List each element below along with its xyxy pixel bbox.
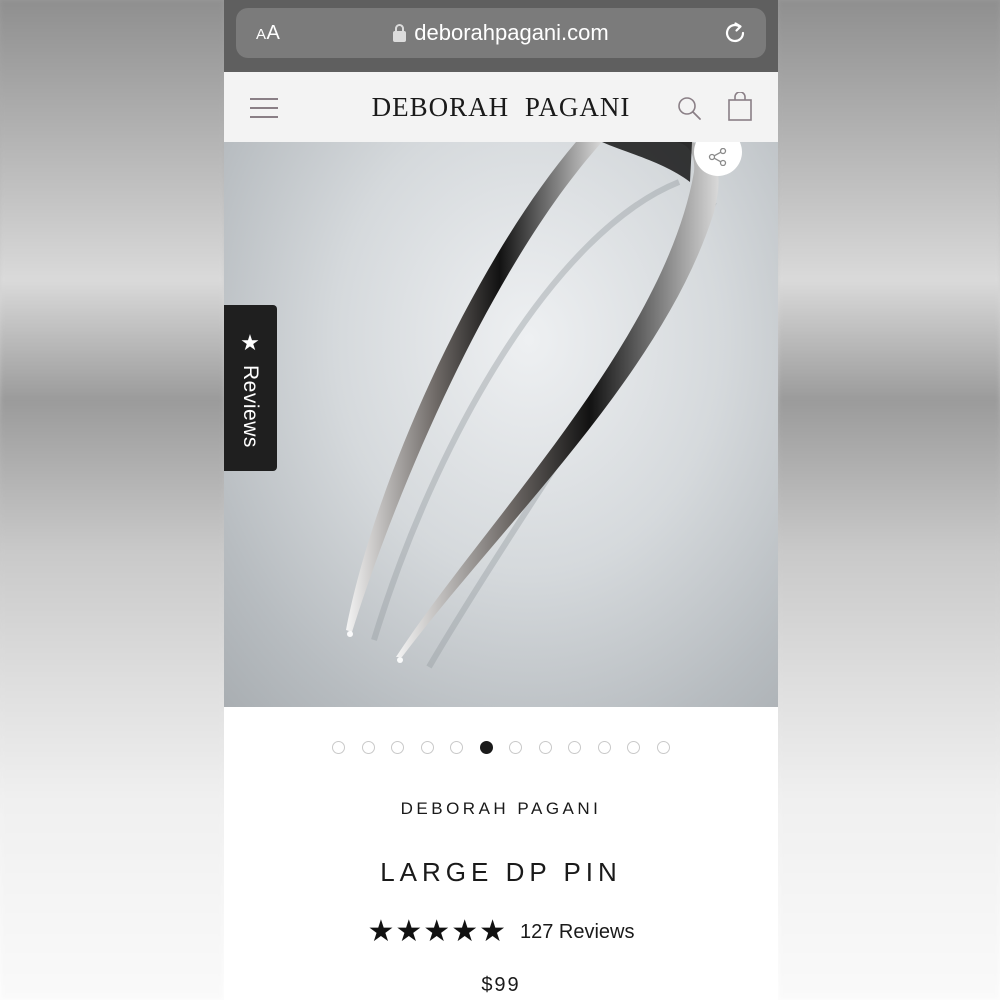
carousel-dot[interactable] <box>568 741 582 754</box>
reviews-tab-label: Reviews <box>239 365 262 448</box>
product-image[interactable] <box>224 142 778 707</box>
hair-pin-photo <box>346 142 719 669</box>
product-brand[interactable]: DEBORAH PAGANI <box>224 799 778 819</box>
carousel-dot[interactable] <box>332 741 346 754</box>
carousel-dot[interactable] <box>361 741 375 754</box>
rating-row[interactable]: ★ ★ ★ ★ ★ 127 Reviews <box>224 917 778 947</box>
star-icon: ★ <box>451 914 479 949</box>
browser-chrome: AA deborahpagani.com <box>224 0 778 72</box>
search-icon[interactable] <box>676 95 702 121</box>
bag-icon[interactable] <box>727 92 753 122</box>
phone-screen: AA deborahpagani.com DEBORAH PAGANI ★ Re… <box>224 0 778 1000</box>
share-icon <box>708 148 727 166</box>
carousel-dot[interactable] <box>450 741 464 754</box>
reviews-count[interactable]: 127 Reviews <box>520 921 635 944</box>
carousel-dot[interactable] <box>479 741 493 754</box>
reload-icon[interactable] <box>722 20 748 46</box>
carousel-dot[interactable] <box>391 741 405 754</box>
star-icon: ★ <box>395 914 423 949</box>
star-icon: ★ <box>479 914 506 949</box>
product-title: LARGE DP PIN <box>380 857 622 887</box>
carousel-dot[interactable] <box>597 741 611 754</box>
rating-stars: ★ ★ ★ ★ ★ <box>367 917 506 947</box>
site-header: DEBORAH PAGANI <box>224 72 778 142</box>
carousel-dot[interactable] <box>627 741 641 754</box>
lock-icon <box>393 24 407 42</box>
address-bar[interactable]: AA deborahpagani.com <box>236 8 766 58</box>
url-display[interactable]: deborahpagani.com <box>236 19 766 47</box>
background-blur-left <box>0 0 224 1000</box>
reviews-side-tab[interactable]: ★ Reviews <box>224 305 277 471</box>
carousel-dot[interactable] <box>509 741 523 754</box>
star-icon: ★ <box>367 914 395 949</box>
carousel-dot[interactable] <box>538 741 552 754</box>
star-icon: ★ <box>240 331 260 356</box>
url-text: deborahpagani.com <box>414 20 609 45</box>
carousel-dots <box>224 741 778 755</box>
product-price: $99 <box>481 974 521 996</box>
carousel-dot[interactable] <box>420 741 434 754</box>
background-blur-right <box>778 0 1000 1000</box>
carousel-dot[interactable] <box>656 741 670 754</box>
star-icon: ★ <box>423 914 451 949</box>
